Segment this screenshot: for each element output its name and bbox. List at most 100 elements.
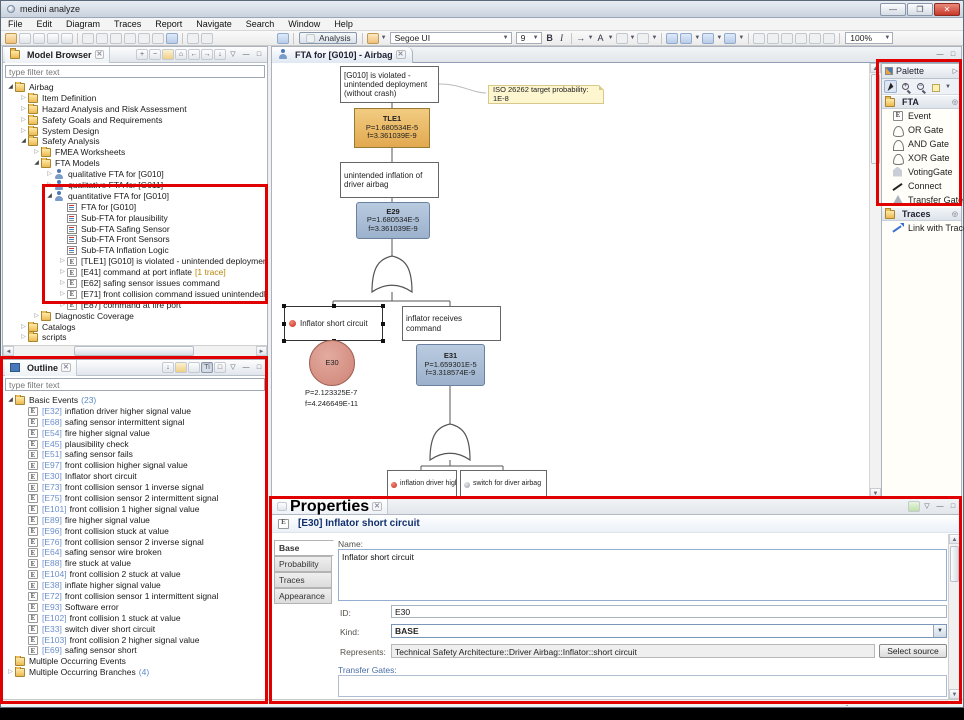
menu-item[interactable]: Navigate — [189, 18, 239, 31]
tree-item[interactable]: scripts — [3, 332, 267, 343]
layout-icon[interactable]: □ — [214, 362, 226, 373]
tree-item[interactable]: [E104] front collision 2 stuck at value — [3, 569, 267, 580]
tree-item[interactable]: [E93] Software error — [3, 602, 267, 613]
selection-handle[interactable] — [282, 339, 286, 343]
export-icon[interactable] — [61, 33, 73, 44]
properties-side-tab[interactable]: Traces — [274, 572, 332, 588]
expander-icon[interactable] — [58, 289, 67, 300]
properties-tab[interactable]: Properties ✕ — [272, 499, 388, 514]
menu-item[interactable]: Search — [239, 18, 282, 31]
scroll-thumb[interactable] — [950, 546, 959, 582]
view-menu-icon[interactable]: ▽ — [227, 362, 239, 373]
palette-item[interactable]: Link with Trace — [882, 221, 961, 235]
tree-item[interactable]: [E101] front collision 1 higher signal v… — [3, 504, 267, 515]
tree-item[interactable]: FMEA Worksheets — [3, 147, 267, 158]
selection-handle[interactable] — [381, 339, 385, 343]
tree-item[interactable]: [E64] safing sensor wire broken — [3, 547, 267, 558]
forward-icon[interactable]: → — [201, 49, 213, 60]
copy-icon[interactable] — [124, 33, 136, 44]
scroll-down-icon[interactable]: ▼ — [949, 689, 960, 699]
tree-item[interactable]: [E103] front collision 2 higher signal v… — [3, 635, 267, 646]
tree-item[interactable]: Sub-FTA Safing Sensor — [3, 224, 267, 235]
properties-side-tab[interactable]: Appearance — [274, 588, 332, 604]
show-ids-toggle-icon[interactable]: Ti — [201, 362, 213, 373]
represents-field[interactable]: Technical Safety Architecture::Driver Ai… — [391, 644, 875, 658]
tree-item[interactable]: qualitative FTA for [G011] — [3, 180, 267, 191]
close-icon[interactable]: ✕ — [95, 50, 105, 59]
tree-item[interactable]: [E72] front collision sensor 1 intermitt… — [3, 591, 267, 602]
palette-item[interactable]: Event — [882, 109, 961, 123]
tree-item[interactable]: Sub-FTA for plausibility — [3, 213, 267, 224]
layout-dropdown[interactable]: ▼ — [716, 35, 722, 41]
fill-color-icon[interactable] — [616, 33, 628, 44]
palette-item[interactable]: XOR Gate — [882, 151, 961, 165]
tree-item[interactable]: [E89] fire higher signal value — [3, 515, 267, 526]
expand-all-icon[interactable]: + — [136, 49, 148, 60]
properties-side-tab[interactable]: Probability — [274, 556, 332, 572]
tree-item[interactable]: Item Definition — [3, 93, 267, 104]
close-button[interactable]: ✕ — [934, 3, 960, 16]
redo-icon[interactable] — [110, 33, 122, 44]
sort-icon[interactable]: ↓ — [162, 362, 174, 373]
box-switch-for-diver-airbag[interactable]: switch for diver airbag — [460, 470, 547, 498]
restore-button[interactable]: ❐ — [907, 3, 933, 16]
font-color-button[interactable]: A — [595, 33, 607, 43]
e30-basic-event-circle[interactable]: E30 — [309, 340, 355, 386]
table-icon[interactable] — [138, 33, 150, 44]
expander-icon[interactable] — [6, 395, 15, 406]
e29-event-node[interactable]: E29 P=1.680534E-5 f=3.361039E-9 — [356, 202, 430, 239]
combo-arrow-icon[interactable]: ▼ — [933, 625, 946, 637]
tree-item[interactable]: Sub-FTA Front Sensors — [3, 234, 267, 245]
name-field[interactable]: Inflator short circuit — [338, 549, 947, 601]
tree-item[interactable]: [E102] front collision 1 stuck at value — [3, 613, 267, 624]
collapse-palette-icon[interactable]: ▷ — [953, 67, 958, 75]
tree-item[interactable]: System Design — [3, 126, 267, 137]
fta-diagram-canvas[interactable]: [G010] is violated - unintended deployme… — [271, 63, 881, 498]
properties-vscrollbar[interactable]: ▲ ▼ — [948, 534, 960, 699]
zoom-in-tool[interactable]: + — [899, 80, 912, 93]
expander-icon[interactable] — [45, 169, 54, 180]
format-painter-icon[interactable] — [367, 33, 379, 44]
scroll-left-icon[interactable]: ◄ — [3, 346, 14, 356]
minimize-view-icon[interactable]: — — [240, 49, 252, 60]
maximize-view-icon[interactable]: □ — [253, 362, 265, 373]
minimize-button[interactable]: — — [880, 3, 906, 16]
undo-icon[interactable] — [96, 33, 108, 44]
tree-item[interactable]: Diagnostic Coverage — [3, 311, 267, 322]
note-tool[interactable] — [929, 80, 942, 93]
menu-item[interactable]: Edit — [30, 18, 60, 31]
tree-item[interactable]: quantitative FTA for [G010] — [3, 191, 267, 202]
expander-icon[interactable] — [58, 267, 67, 278]
zoom-combo[interactable]: 100% ▼ — [845, 32, 893, 44]
tree-item[interactable]: [E32] inflation driver higher signal val… — [3, 406, 267, 417]
tree-item[interactable]: [E68] safing sensor intermittent signal — [3, 417, 267, 428]
scroll-thumb[interactable] — [871, 74, 880, 164]
save-all-icon[interactable] — [33, 33, 45, 44]
format-painter-dropdown[interactable]: ▼ — [381, 35, 387, 41]
tree-item[interactable]: [E88] fire stuck at value — [3, 558, 267, 569]
palette-item[interactable]: Connect — [882, 179, 961, 193]
line-color-dropdown[interactable]: ▼ — [651, 35, 657, 41]
expander-icon[interactable] — [19, 93, 28, 104]
outline-filter-input[interactable] — [5, 378, 265, 391]
expander-icon[interactable] — [32, 158, 41, 169]
distribute-dropdown[interactable]: ▼ — [738, 35, 744, 41]
expander-icon[interactable] — [19, 136, 28, 147]
distribute-tool-icon[interactable] — [724, 33, 736, 44]
tree-item[interactable]: qualitative FTA for [G010] — [3, 169, 267, 180]
top-event-description-box[interactable]: [G010] is violated - unintended deployme… — [340, 66, 439, 103]
model-browser-filter-input[interactable] — [5, 65, 265, 78]
selected-box-inflator-short-circuit[interactable]: Inflator short circuit — [284, 306, 383, 341]
palette-header[interactable]: Palette ▷ — [882, 64, 961, 79]
expander-icon[interactable] — [19, 115, 28, 126]
box-inflation-driver-higher[interactable]: inflation driver higher — [387, 470, 457, 498]
select-tool[interactable] — [884, 80, 897, 93]
guides-icon[interactable] — [823, 33, 835, 44]
e31-event-node[interactable]: E31 P=1.659301E-5 f=3.318574E-9 — [416, 344, 485, 386]
font-size-combo[interactable]: 9 ▼ — [516, 32, 542, 44]
id-field[interactable] — [391, 605, 947, 618]
menu-item[interactable]: Help — [327, 18, 360, 31]
new-project-icon[interactable] — [5, 33, 17, 44]
sort-icon[interactable]: ↓ — [214, 49, 226, 60]
model-browser-hscrollbar[interactable]: ◄ ► — [3, 345, 267, 356]
